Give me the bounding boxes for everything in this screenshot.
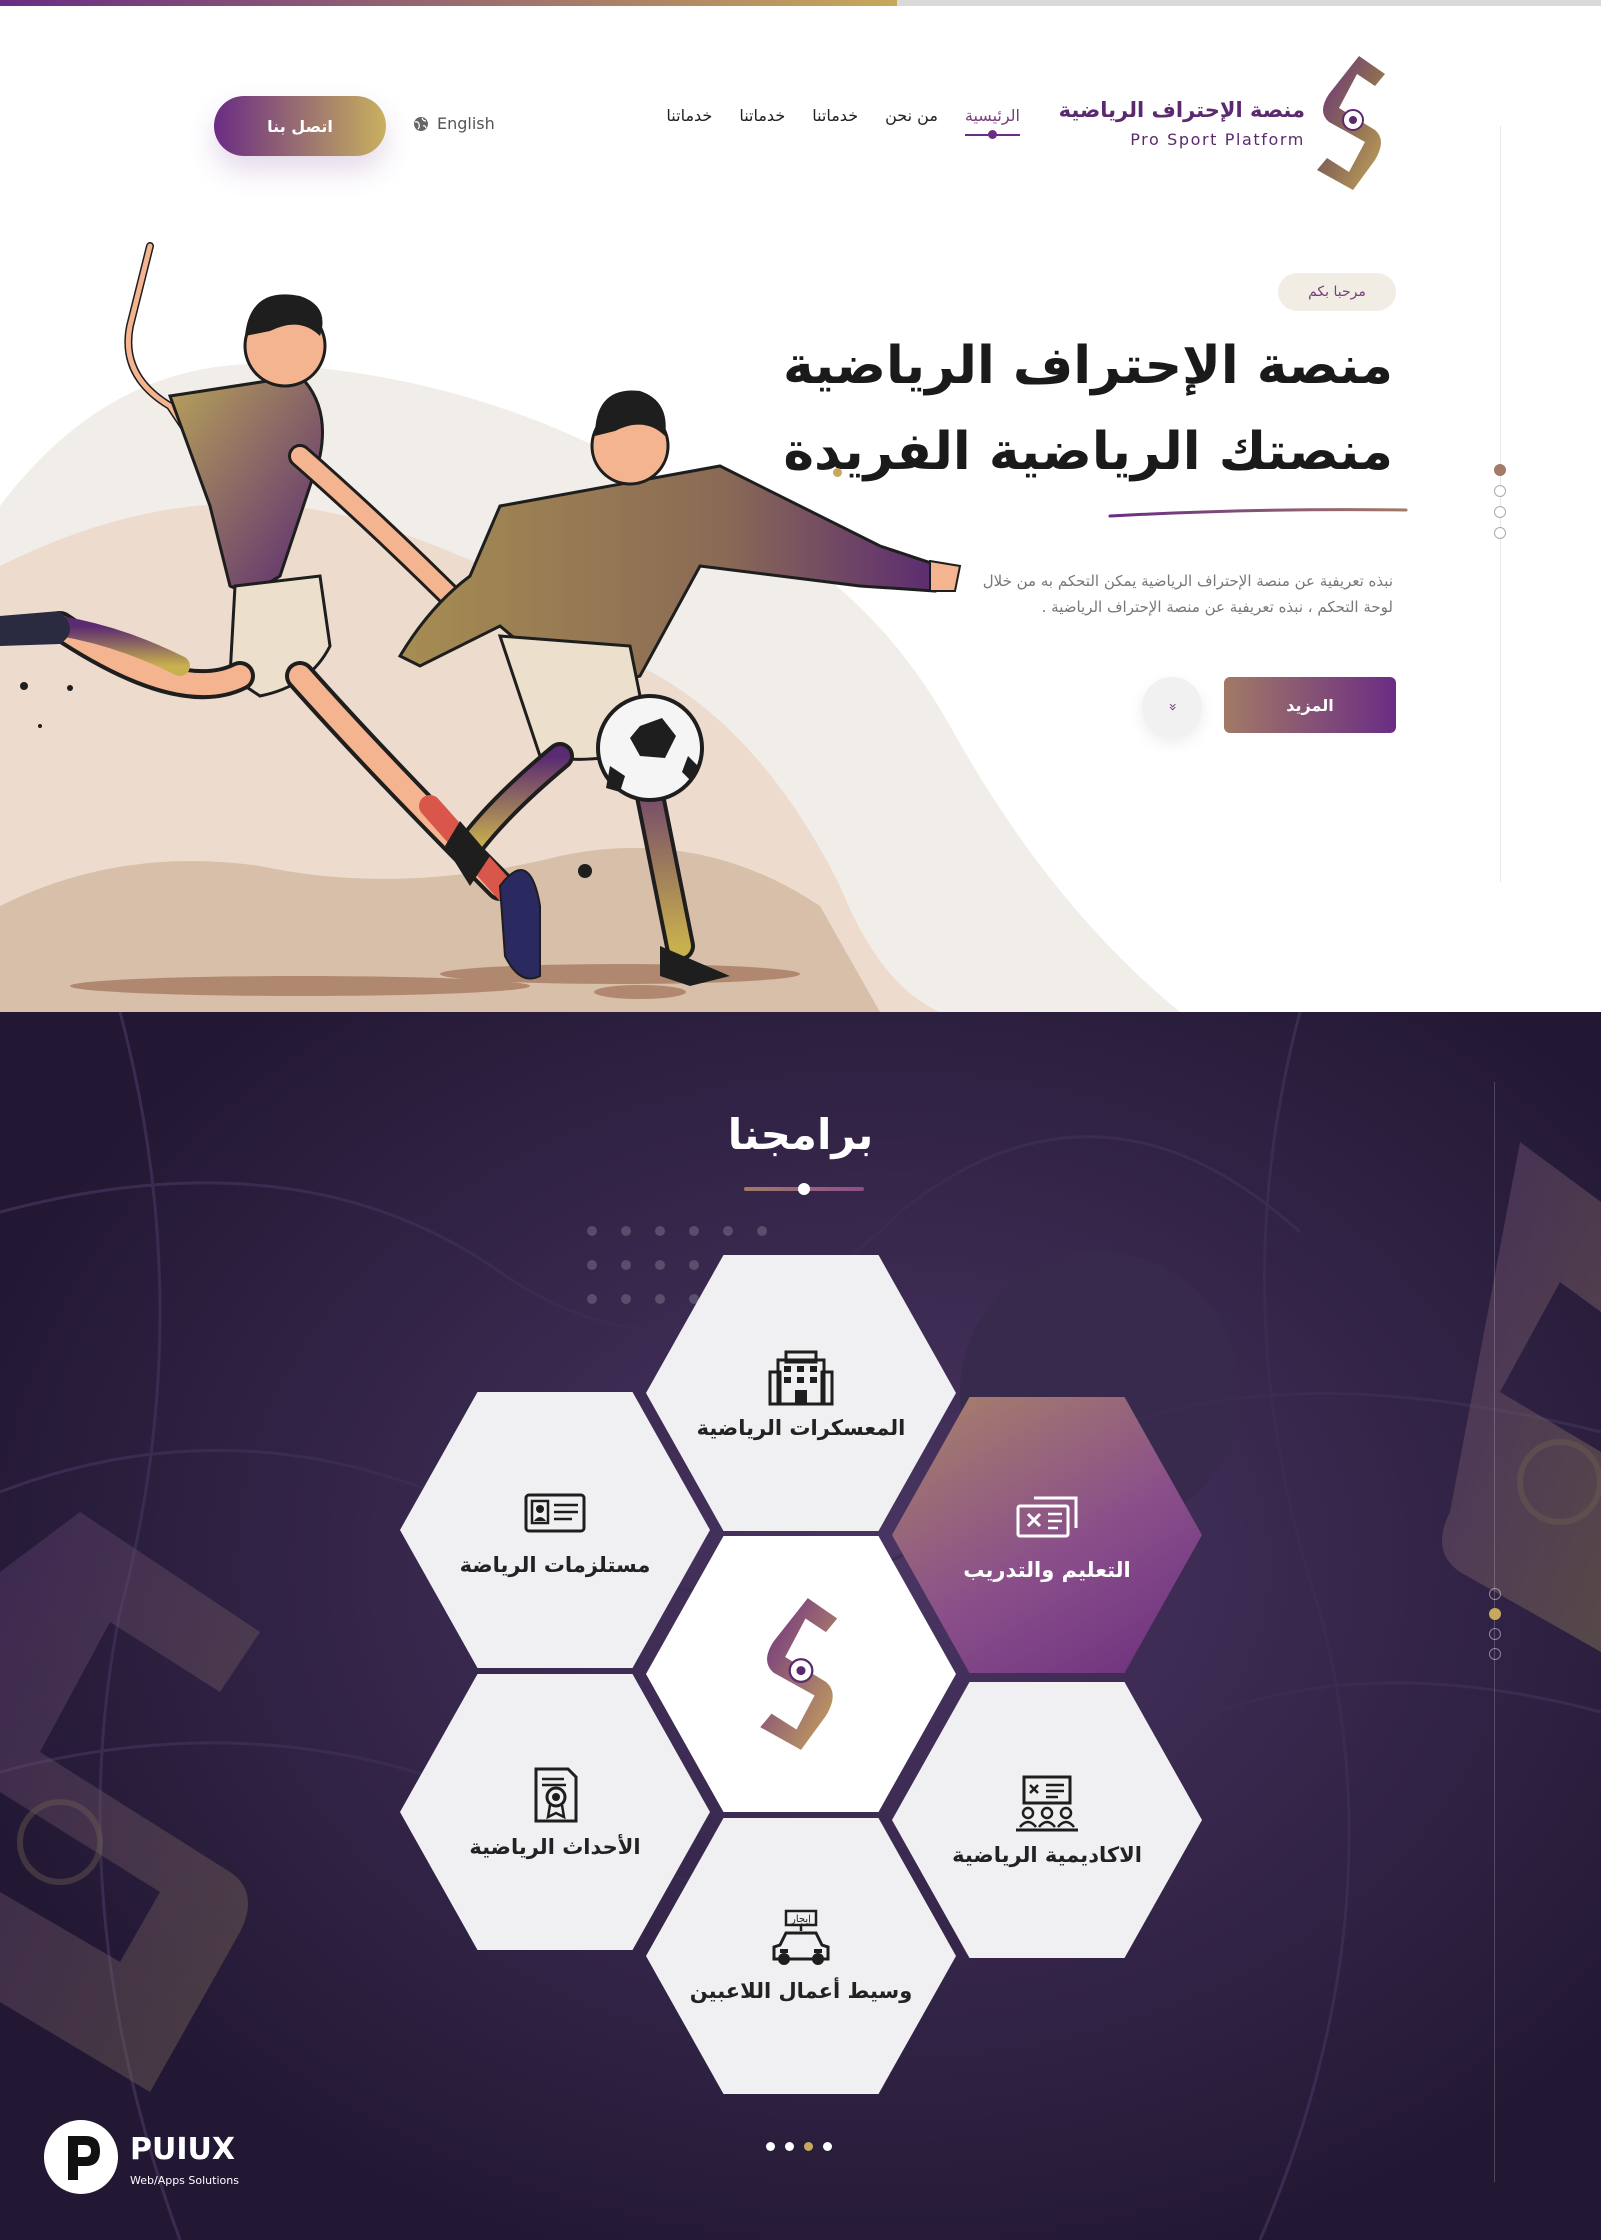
contact-us-button[interactable]: اتصل بنا [214,96,386,156]
language-switch[interactable]: English [413,114,495,133]
s-logo-mark [760,1598,838,1750]
nav-item[interactable]: خدماتنا [666,106,712,125]
certificate-icon [534,1767,578,1823]
brand-tagline: Web/Apps Solutions [130,2174,239,2187]
nav-item[interactable]: الرئيسية [964,106,1020,139]
brand-name: PUIUX [130,2132,235,2167]
nav-active-dot [988,130,998,139]
site-logo[interactable]: منصة الإحتراف الرياضية Pro Sport Platfor… [1059,56,1391,196]
hero-title-line-2: منصتك الرياضية الفريدة [783,422,1393,482]
id-card-icon [524,1493,586,1533]
hero-slider-dots [1494,464,1506,554]
scroll-down-button[interactable]: » [1142,677,1202,737]
pager-dot[interactable] [785,2142,794,2151]
slider-dot[interactable] [1494,485,1506,497]
title-underline-swoosh [1108,508,1408,518]
side-slider-dot[interactable] [1489,1588,1501,1600]
program-label: وسيط أعمال اللاعبين [689,1979,913,2003]
program-label: التعليم والتدريب [963,1558,1131,1582]
rental-sign-text: إيجار [790,1914,811,1925]
side-slider-dot[interactable] [1489,1648,1501,1660]
pager-dot[interactable] [823,2142,832,2151]
side-slider-dot[interactable] [1489,1608,1501,1620]
programs-section: برامجنا المعسكرات الرياضية مستلزمات الري… [0,1012,1601,2240]
side-slider-dot[interactable] [1489,1628,1501,1640]
car-rental-icon: إيجار [772,1909,830,1965]
building-icon [768,1350,834,1406]
nav-item[interactable]: خدماتنا [812,106,858,125]
hero-section: منصة الإحتراف الرياضية Pro Sport Platfor… [0,6,1601,1012]
hero-description: نبذه تعريفية عن منصة الإحتراف الرياضية ي… [982,572,1393,616]
pager-dot[interactable] [766,2142,775,2151]
title-accent-dot [833,468,842,477]
language-label: English [437,114,495,133]
welcome-badge: مرحبا بكم [1278,273,1396,311]
program-label: مستلزمات الرياضة [459,1553,651,1577]
slider-dot[interactable] [1494,464,1506,476]
program-label: الأحداث الرياضية [469,1835,641,1859]
puiux-brand[interactable]: PUIUX Web/Apps Solutions [44,2120,264,2200]
ticket-icon [1016,1496,1078,1538]
slider-dot[interactable] [1494,506,1506,518]
logo-name-arabic: منصة الإحتراف الرياضية [1058,98,1305,122]
puiux-logo-icon [44,2120,118,2194]
globe-icon [414,116,428,131]
main-navigation: الرئيسية من نحن خدماتنا خدماتنا خدماتنا [630,106,1020,146]
nav-item[interactable]: خدماتنا [739,106,785,125]
programs-pager [766,2142,832,2151]
logo-name-english: Pro Sport Platform [1130,130,1305,149]
programs-side-dots [1489,1588,1501,1672]
more-button[interactable]: المزيد [1224,677,1396,733]
classroom-icon [1016,1775,1078,1832]
slider-dot[interactable] [1494,527,1506,539]
program-label: الاكاديمية الرياضية [952,1843,1142,1867]
programs-title: برامجنا [727,1110,874,1159]
pager-dot[interactable] [804,2142,813,2151]
chevron-double-down-icon: » [1163,702,1180,712]
title-divider [744,1183,864,1195]
s-logo-mark [1317,56,1385,190]
hero-title-line-1: منصة الإحتراف الرياضية [783,336,1393,396]
nav-item[interactable]: من نحن [885,106,938,125]
program-label: المعسكرات الرياضية [696,1416,906,1440]
